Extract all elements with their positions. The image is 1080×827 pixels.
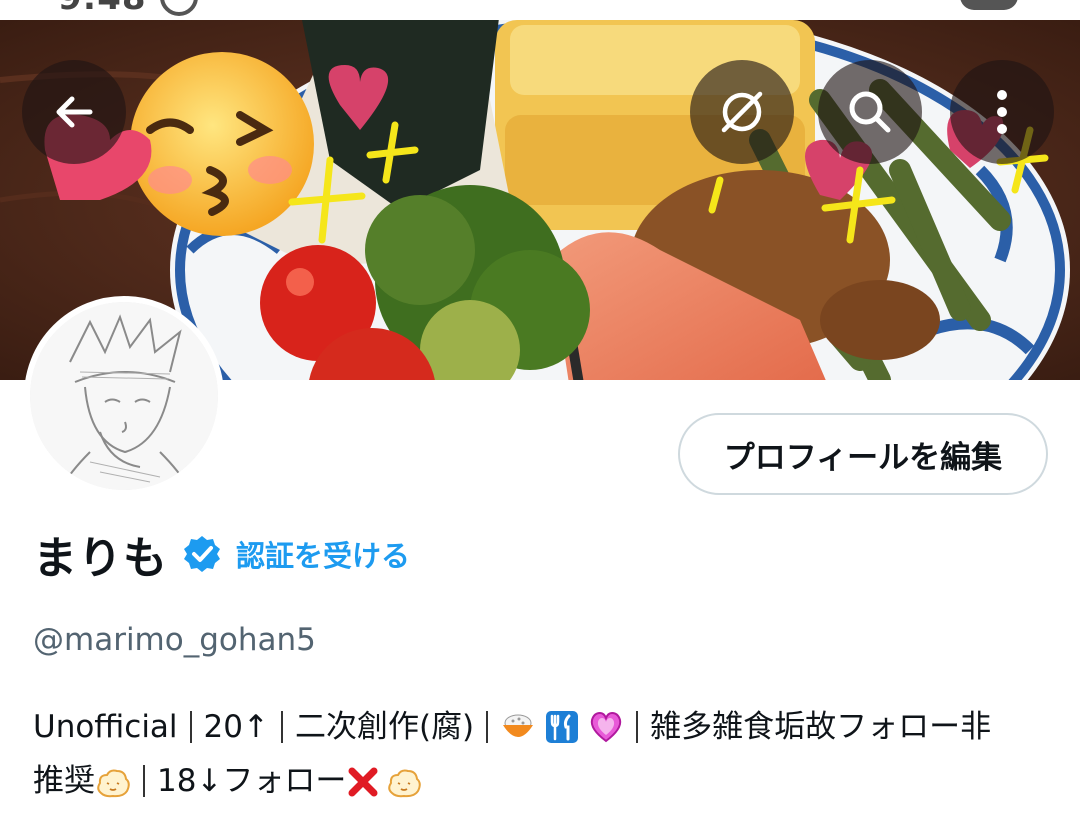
cloud-face-icon [388,769,422,798]
display-name: まりも [33,533,168,584]
search-button[interactable] [818,60,922,164]
bio-text: Unofficial [33,709,178,745]
bio-line-1: Unofficial 20↑ 二次創作(腐) 雑多雑食垢故フォロー非 [33,700,1053,754]
bio: Unofficial 20↑ 二次創作(腐) 雑多雑食垢故フォロー非 推奨 18↓フ… [33,700,1053,808]
user-handle: @marimo_gohan5 [33,622,316,658]
arrow-left-icon [56,96,93,128]
back-button[interactable] [22,60,126,164]
divider [280,711,283,743]
bio-line-2: 推奨 18↓フォロー [33,754,1053,808]
translate-button[interactable] [690,60,794,164]
avatar-image [30,302,218,490]
divider [486,711,489,743]
get-verified-link[interactable]: 認証を受ける [236,533,410,575]
name-row: まりも 認証を受ける [33,524,410,584]
search-icon [849,91,891,133]
avatar[interactable] [24,296,224,496]
heart-icon [590,711,622,743]
bio-text: 18↓フォロー [157,763,347,799]
status-bar: 9:48 [0,0,1080,20]
cross-mark-icon [348,767,378,797]
bio-text: 雑多雑食垢故フォロー非 [650,709,992,745]
bio-text: 推奨 [33,763,95,799]
translate-icon [721,91,763,133]
edit-profile-button[interactable]: プロフィールを編集 [678,413,1048,495]
divider [143,765,145,797]
divider [636,711,639,743]
battery-icon [960,0,1018,10]
more-options-button[interactable] [950,60,1054,164]
more-vertical-icon [997,90,1007,134]
fork-knife-icon [546,711,579,743]
bio-text: 20↑ [203,709,269,745]
status-time: 9:48 [58,0,147,18]
cloud-face-icon [97,769,130,798]
verified-badge-icon[interactable] [182,534,222,574]
rice-bowl-icon [503,714,534,737]
clock-icon [160,0,198,16]
divider [189,711,192,743]
bio-text: 二次創作(腐) [294,709,475,745]
